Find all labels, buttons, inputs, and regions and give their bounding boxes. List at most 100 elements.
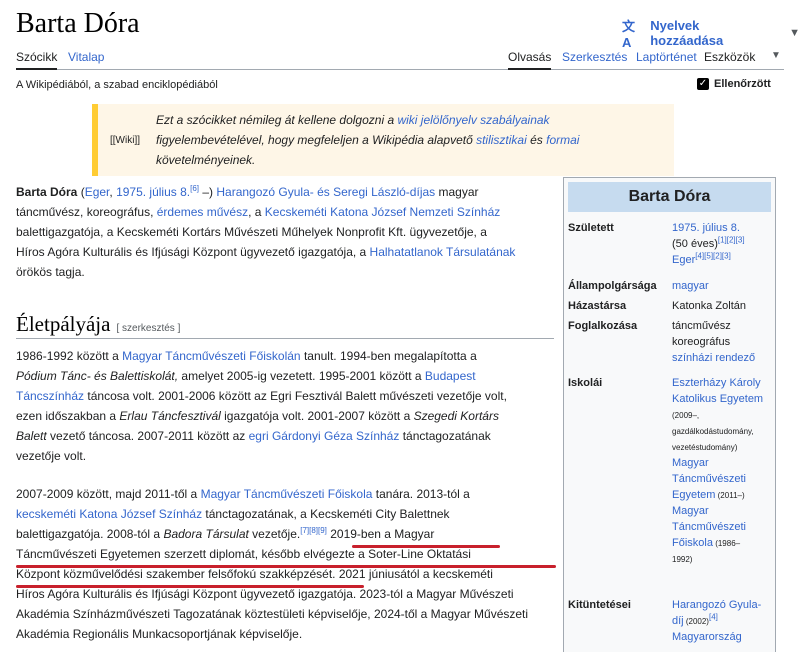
text: táncművész, koreográfus, (16, 205, 157, 219)
notice-text-4: követelményeinek. (156, 153, 256, 167)
text: (2009–, (672, 411, 700, 420)
text: táncművész (672, 320, 731, 332)
infobox-value: Katonka Zoltán (672, 300, 746, 312)
section-title: Életpályája (16, 312, 111, 336)
citation[interactable]: [4] (709, 612, 718, 621)
link-school-dance-college[interactable]: Magyar (672, 505, 709, 517)
link-eger[interactable]: Eger (672, 254, 695, 266)
infobox-value: 1975. július 8. (50 éves)[1][2][3] Eger[… (672, 220, 772, 268)
infobox-value: Eszterházy Károly Katolikus Egyetem (200… (672, 375, 772, 567)
text: gazdálkodástudomány, (672, 427, 754, 436)
link-gardonyi-theatre[interactable]: egri Gárdonyi Géza Színház (249, 429, 400, 443)
text: (1986– (712, 539, 741, 548)
link-birthdate[interactable]: 1975. július 8. (672, 222, 740, 234)
link-award[interactable]: Harangozó Gyula- és Seregi László-díjas (216, 185, 435, 199)
link-award-harangozo[interactable]: díj (672, 615, 684, 627)
notice-text: Ezt a szócikket némileg át kellene dolgo… (152, 106, 585, 174)
tab-edit[interactable]: Szerkesztés (562, 50, 627, 64)
link-theatre-director[interactable]: színházi rendező (672, 352, 755, 364)
text: igazgatója volt. 2001-2007 között a (220, 409, 414, 423)
text: Balett (16, 429, 47, 443)
citation[interactable]: [1][2][3] (718, 235, 745, 244)
text: Badora Társulat (163, 527, 249, 541)
link-budapest-dance-theatre[interactable]: Budapest (425, 369, 476, 383)
text: vezetéstudomány) (672, 443, 738, 452)
link-immortals[interactable]: Halhatatlanok Társulatának (370, 245, 516, 259)
highlight-underline (16, 585, 364, 588)
checked-badge[interactable]: ✓ Ellenőrzött (697, 78, 771, 90)
checkbox-icon: ✓ (697, 78, 709, 90)
infobox-label: Iskolái (568, 377, 603, 389)
text: magyar (435, 185, 479, 199)
notice-link-markup[interactable]: wiki jelölőnyelv szabályainak (397, 113, 549, 127)
tab-talk[interactable]: Vitalap (68, 50, 104, 64)
link-citizenship[interactable]: magyar (672, 278, 772, 294)
notice-link-formal[interactable]: formai (546, 133, 579, 147)
notice-text-2: figyelembevételével, hogy megfeleljen a … (156, 133, 477, 147)
highlight-underline (16, 565, 556, 568)
link-school-dance-university[interactable]: Táncművészeti (672, 473, 746, 485)
text: Központ közművelődési szakember felsőfok… (16, 567, 493, 581)
link-katona-theatre[interactable]: Kecskeméti Katona József Nemzeti Színház (265, 205, 500, 219)
text: –) (199, 185, 217, 199)
subject-name: Barta Dóra (16, 185, 78, 199)
link-school-dance-college[interactable]: Főiskola (672, 537, 713, 549)
link-eger[interactable]: Eger (85, 185, 110, 199)
tab-bar: Szócikk Vitalap Olvasás Szerkesztés Lapt… (16, 44, 784, 70)
text: tanult. 1994-ben megalapította a (300, 349, 477, 363)
infobox-title: Barta Dóra (568, 182, 771, 212)
link-school-eszterhazy[interactable]: Katolikus Egyetem (672, 393, 763, 405)
link-school-dance-college[interactable]: Táncművészeti (672, 521, 746, 533)
link-award-hungary[interactable]: Magyarország (672, 631, 742, 643)
notice-link-style[interactable]: stilisztikai (476, 133, 527, 147)
link-award-harangozo[interactable]: Harangozó Gyula- (672, 599, 761, 611)
text: (2011–) (715, 491, 745, 500)
link-school-eszterhazy[interactable]: Eszterházy Károly (672, 377, 761, 389)
text: (2002) (683, 617, 709, 626)
section-edit-link[interactable]: [ szerkesztés ] (116, 323, 180, 334)
infobox-label: Kitüntetései (568, 599, 631, 611)
text: amelyet 2005-ig vezetett. 1995-2001 közö… (178, 369, 425, 383)
cleanup-notice: [[Wiki]] Ezt a szócikket némileg át kell… (92, 104, 674, 176)
tools-chevron-icon[interactable]: ▼ (771, 50, 781, 61)
link-budapest-dance-theatre-2[interactable]: Táncszínház (16, 389, 84, 403)
tab-article[interactable]: Szócikk (16, 50, 58, 70)
text: ( (77, 185, 85, 199)
link-katona-theatre-2[interactable]: kecskeméti Katona József Színház (16, 507, 202, 521)
text: tánctagozatának, a Kecskeméti City Balet… (202, 507, 450, 521)
text: örökös tagja. (16, 265, 85, 279)
text: Pódium Tánc- és Balettiskolát, (16, 369, 179, 383)
infobox-value: táncművész koreográfus színházi rendező (672, 318, 772, 366)
notice-text-3: és (526, 133, 547, 147)
infobox: Barta Dóra Született 1975. július 8. (50… (563, 177, 776, 652)
text: Szegedi Kortárs (413, 409, 499, 423)
text: 1992) (672, 555, 693, 564)
text: tánctagozatának (399, 429, 491, 443)
infobox-label: Állampolgársága (568, 280, 657, 292)
link-birthdate[interactable]: 1975. július 8. (116, 185, 190, 199)
text: tanára. 2013-tól a (372, 487, 470, 501)
tab-tools[interactable]: Eszközök (704, 50, 755, 64)
section-heading: Életpályája [ szerkesztés ] (16, 312, 180, 337)
tab-history[interactable]: Laptörténet (636, 50, 697, 64)
text: ezen időszakban a (16, 409, 120, 423)
text: , a (248, 205, 265, 219)
tab-read[interactable]: Olvasás (508, 50, 552, 70)
citation[interactable]: [7][8][9] (300, 526, 327, 535)
notice-text-1: Ezt a szócikket némileg át kellene dolgo… (156, 113, 398, 127)
citation[interactable]: [6] (190, 184, 199, 193)
text: vezetője. (248, 527, 301, 541)
text: Erlau Táncfesztivál (119, 409, 221, 423)
link-school-dance-university[interactable]: Egyetem (672, 489, 715, 501)
text: 2019-ben a Magyar (326, 527, 435, 541)
chevron-down-icon: ▼ (789, 27, 800, 39)
infobox-label: Foglalkozása (568, 320, 638, 332)
text: Táncművészeti Egyetemen szerzett diplomá… (16, 547, 471, 561)
link-dance-college[interactable]: Magyar Táncművészeti Főiskola (201, 487, 373, 501)
infobox-label: Született (568, 222, 614, 234)
citation[interactable]: [4][5][2][3] (695, 251, 731, 260)
text: balettigazgatója. 2008-tól a (16, 527, 164, 541)
link-dance-academy[interactable]: Magyar Táncművészeti Főiskolán (122, 349, 301, 363)
link-merited-artist[interactable]: érdemes művész (157, 205, 248, 219)
link-school-dance-university[interactable]: Magyar (672, 457, 709, 469)
